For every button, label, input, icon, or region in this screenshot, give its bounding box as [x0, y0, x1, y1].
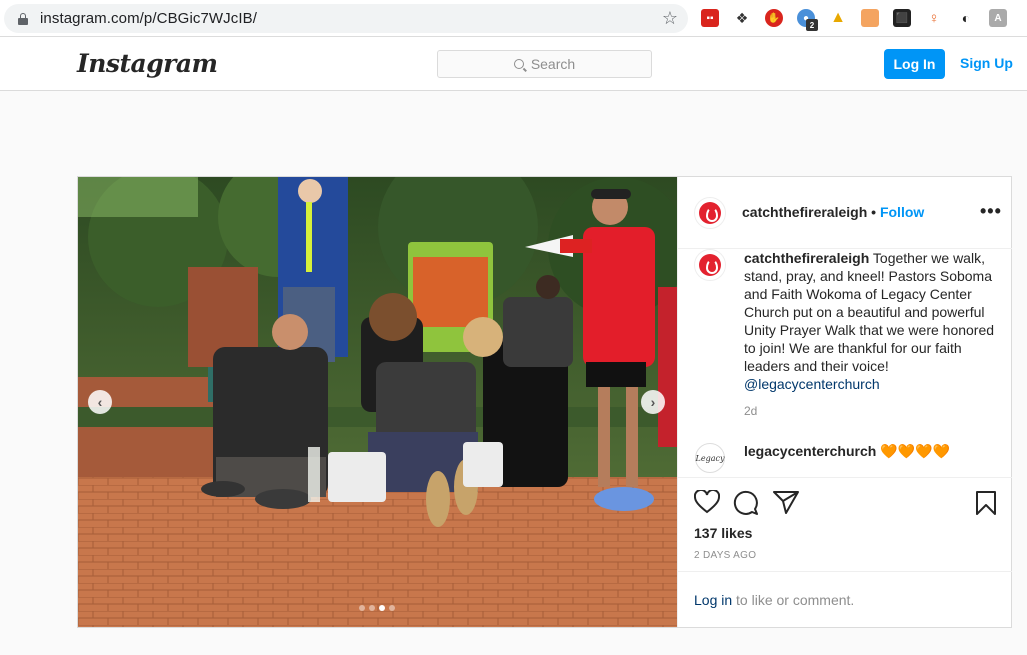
- login-link[interactable]: Log in: [694, 592, 732, 608]
- more-options-icon[interactable]: •••: [980, 201, 1002, 222]
- login-prompt-text: to like or comment.: [732, 592, 855, 608]
- warning-extension-icon[interactable]: ▲: [829, 9, 847, 27]
- post-photo[interactable]: ‹ ›: [78, 177, 677, 627]
- caption-time: 2d: [744, 404, 758, 418]
- mask-extension-icon[interactable]: ◐: [957, 9, 975, 27]
- extension-badge: 2: [806, 19, 818, 31]
- instagram-logo[interactable]: Instagram: [77, 49, 218, 78]
- extension-icon-10[interactable]: A: [989, 9, 1007, 27]
- comment-username[interactable]: legacycenterchurch: [744, 443, 876, 459]
- author-username[interactable]: catchthefireraleigh: [742, 204, 867, 220]
- browser-toolbar: instagram.com/p/CBGic7WJcIB/ ☆ ▪▪ ❖ ✋ ● …: [0, 0, 1027, 37]
- extension-icon-1[interactable]: ▪▪: [701, 9, 719, 27]
- follow-button[interactable]: Follow: [880, 204, 924, 220]
- share-paper-plane-icon[interactable]: [773, 490, 799, 514]
- author-avatar[interactable]: [694, 197, 726, 229]
- flame-logo-icon: [699, 254, 721, 276]
- caption-username[interactable]: catchthefireraleigh: [744, 250, 869, 266]
- dropbox-icon[interactable]: ❖: [733, 9, 751, 27]
- signup-link[interactable]: Sign Up: [960, 55, 1013, 71]
- login-button[interactable]: Log In: [884, 49, 945, 79]
- commenter-avatar[interactable]: Legacy: [695, 443, 725, 473]
- search-input[interactable]: Search: [437, 50, 652, 78]
- carousel-next-button[interactable]: ›: [641, 390, 665, 414]
- comment-bubble-icon[interactable]: [733, 490, 759, 516]
- adblock-icon[interactable]: ✋: [765, 9, 783, 27]
- post-actions: 137 likes 2 DAYS AGO: [678, 477, 1012, 572]
- caption-avatar[interactable]: [694, 249, 726, 281]
- carousel-dots: [359, 605, 395, 611]
- like-heart-icon[interactable]: [694, 490, 720, 514]
- comment: legacycenterchurch 🧡🧡🧡🧡: [744, 443, 950, 460]
- search-placeholder: Search: [530, 56, 576, 72]
- carousel-dot: [389, 605, 395, 611]
- carousel-prev-button[interactable]: ‹: [88, 390, 112, 414]
- post-photo-illustration: [78, 177, 677, 627]
- extension-icon-7[interactable]: ⬛: [893, 9, 911, 27]
- extension-icon-6[interactable]: [861, 9, 879, 27]
- bookmark-star-icon[interactable]: ☆: [662, 8, 678, 29]
- url-text[interactable]: instagram.com/p/CBGic7WJcIB/: [40, 10, 257, 27]
- carousel-dot: [359, 605, 365, 611]
- extension-icon-8[interactable]: ♀: [925, 9, 943, 27]
- author-line: catchthefireraleigh • Follow: [742, 204, 924, 220]
- comment-text: 🧡🧡🧡🧡: [880, 443, 950, 459]
- post-timestamp[interactable]: 2 DAYS AGO: [694, 550, 756, 561]
- address-bar[interactable]: instagram.com/p/CBGic7WJcIB/ ☆: [4, 4, 688, 33]
- likes-count[interactable]: 137 likes: [694, 525, 752, 541]
- carousel-dot: [369, 605, 375, 611]
- post-card: ‹ › catchthefireraleigh • Follow ••• cat…: [77, 176, 1012, 628]
- login-prompt: Log in to like or comment.: [678, 571, 1012, 627]
- caption-text: Together we walk, stand, pray, and kneel…: [744, 250, 995, 374]
- search-icon: [513, 59, 524, 69]
- instagram-header: Instagram Search Log In Sign Up: [0, 37, 1027, 91]
- carousel-dot-active: [379, 605, 385, 611]
- save-bookmark-icon[interactable]: [975, 490, 997, 516]
- post-sidebar: catchthefireraleigh • Follow ••• catchth…: [677, 177, 1012, 627]
- separator: •: [871, 204, 877, 220]
- caption-mention-link[interactable]: @legacycenterchurch: [744, 376, 880, 392]
- lock-icon[interactable]: [18, 12, 28, 25]
- caption: catchthefireraleigh Together we walk, st…: [744, 249, 1006, 393]
- flame-logo-icon: [699, 202, 721, 224]
- post-header: catchthefireraleigh • Follow •••: [678, 177, 1012, 249]
